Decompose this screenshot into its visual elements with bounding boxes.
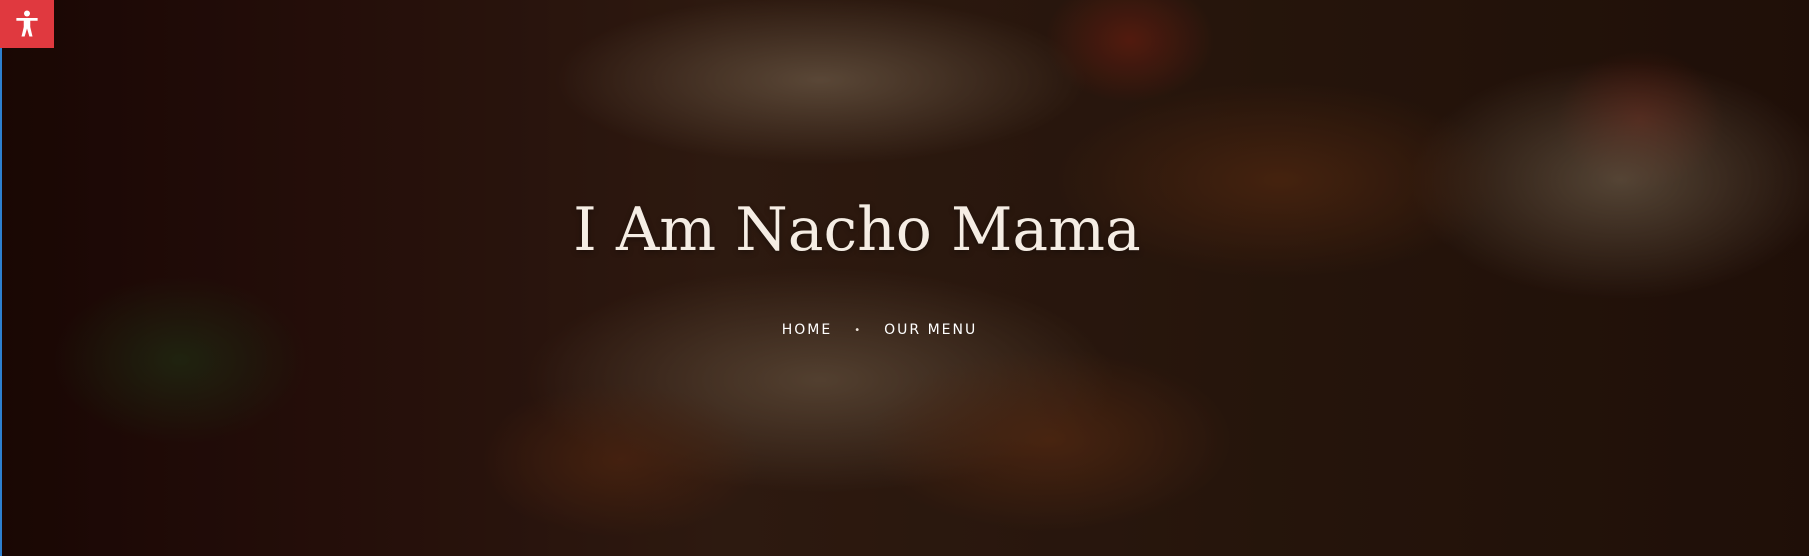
hero-banner: I Am Nacho Mama HOME • OUR MENU — [0, 0, 1809, 556]
breadcrumb-separator: • — [854, 324, 863, 336]
left-edge-line — [0, 0, 2, 556]
breadcrumb: HOME • OUR MENU — [0, 322, 1809, 338]
accessibility-person-icon — [16, 10, 38, 37]
page-title-wrap: I Am Nacho Mama — [0, 200, 1809, 260]
hero-dark-overlay — [0, 0, 1809, 556]
breadcrumb-home-link[interactable]: HOME — [782, 322, 832, 338]
accessibility-button[interactable] — [0, 0, 54, 48]
breadcrumb-current-link[interactable]: OUR MENU — [884, 322, 977, 338]
page-title: I Am Nacho Mama — [573, 195, 1141, 265]
